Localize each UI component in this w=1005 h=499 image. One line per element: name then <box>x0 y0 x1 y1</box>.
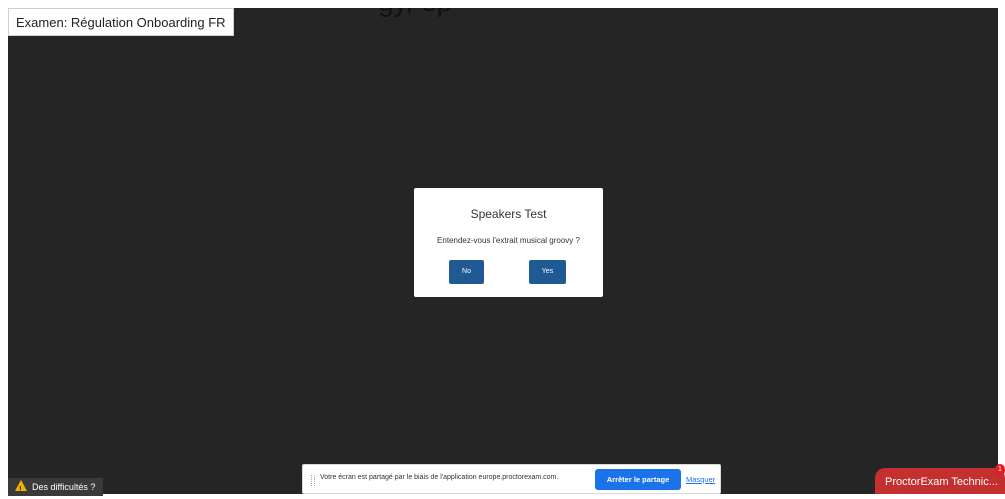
exam-title-label: Examen: Régulation Onboarding FR <box>8 8 234 36</box>
help-label: Des difficultés ? <box>32 482 96 492</box>
dialog-question: Entendez-vous l'extrait musical groovy ? <box>437 236 580 245</box>
screen-share-bar: Votre écran est partagé par le biais de … <box>302 464 721 494</box>
no-button[interactable]: No <box>449 260 484 284</box>
hide-link[interactable]: Masquer <box>686 475 715 484</box>
support-chat-tab[interactable]: ProctorExam Technic... <box>875 468 1005 494</box>
warning-icon <box>15 480 27 499</box>
speakers-test-dialog: Speakers Test Entendez-vous l'extrait mu… <box>414 188 603 297</box>
help-button[interactable]: Des difficultés ? <box>8 478 104 499</box>
drag-handle-icon[interactable] <box>311 475 315 486</box>
stop-sharing-button[interactable]: Arrêter le partage <box>595 469 681 490</box>
notification-badge: 1 <box>995 464 1005 476</box>
dialog-title: Speakers Test <box>470 207 547 221</box>
background-heading-fragment: gy, ep <box>378 8 452 18</box>
yes-button[interactable]: Yes <box>529 260 566 284</box>
share-message: Votre écran est partagé par le biais de … <box>320 474 559 481</box>
